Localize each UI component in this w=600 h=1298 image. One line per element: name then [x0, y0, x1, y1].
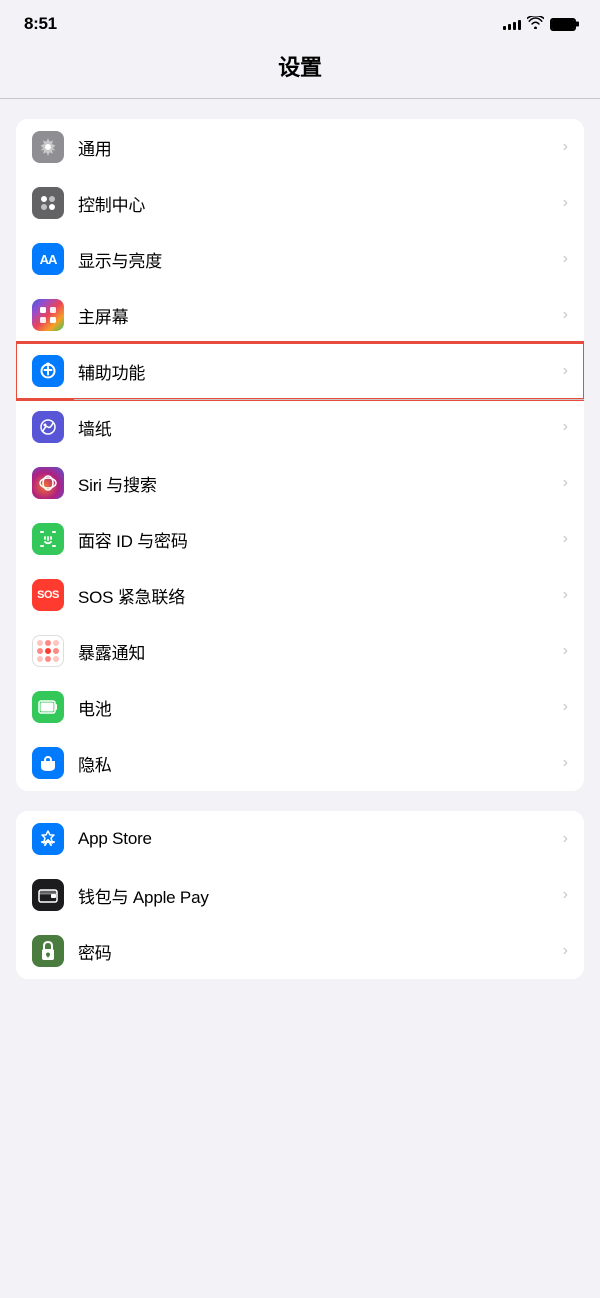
settings-item-display[interactable]: AA 显示与亮度 ›	[16, 231, 584, 287]
accessibility-chevron: ›	[563, 362, 568, 380]
sos-label: SOS 紧急联络	[78, 583, 555, 608]
settings-item-sos[interactable]: SOS SOS 紧急联络 ›	[16, 567, 584, 623]
faceid-label: 面容 ID 与密码	[78, 527, 555, 552]
siri-label: Siri 与搜索	[78, 471, 555, 496]
settings-item-faceid[interactable]: 面容 ID 与密码 ›	[16, 511, 584, 567]
wifi-icon	[527, 16, 544, 32]
appstore-chevron: ›	[563, 830, 568, 848]
settings-item-accessibility[interactable]: 辅助功能 ›	[16, 343, 584, 399]
settings-item-exposure[interactable]: 暴露通知 ›	[16, 623, 584, 679]
settings-item-control[interactable]: 控制中心 ›	[16, 175, 584, 231]
wallpaper-chevron: ›	[563, 418, 568, 436]
settings-item-privacy[interactable]: 隐私 ›	[16, 735, 584, 791]
settings-item-siri[interactable]: Siri 与搜索 ›	[16, 455, 584, 511]
faceid-chevron: ›	[563, 530, 568, 548]
wallpaper-icon	[32, 411, 64, 443]
siri-chevron: ›	[563, 474, 568, 492]
exposure-icon	[32, 635, 64, 667]
privacy-icon	[32, 747, 64, 779]
title-divider	[0, 98, 600, 99]
display-chevron: ›	[563, 250, 568, 268]
wallpaper-label: 墙纸	[78, 415, 555, 440]
battery-icon-settings	[32, 691, 64, 723]
settings-item-wallpaper[interactable]: 墙纸 ›	[16, 399, 584, 455]
appstore-icon	[32, 823, 64, 855]
page-title: 设置	[0, 50, 600, 82]
control-chevron: ›	[563, 194, 568, 212]
password-icon	[32, 935, 64, 967]
status-bar: 8:51	[0, 0, 600, 42]
battery-chevron: ›	[563, 698, 568, 716]
password-label: 密码	[78, 939, 555, 964]
settings-item-homescreen[interactable]: 主屏幕 ›	[16, 287, 584, 343]
wallet-icon	[32, 879, 64, 911]
signal-icon	[503, 18, 521, 30]
wallet-label: 钱包与 Apple Pay	[78, 883, 555, 908]
faceid-icon	[32, 523, 64, 555]
settings-item-battery[interactable]: 电池 ›	[16, 679, 584, 735]
battery-icon	[550, 18, 576, 31]
appstore-label: App Store	[78, 829, 555, 849]
general-chevron: ›	[563, 138, 568, 156]
settings-group-2: App Store › 钱包与 Apple Pay › 密码 ›	[16, 811, 584, 979]
settings-item-appstore[interactable]: App Store ›	[16, 811, 584, 867]
display-label: 显示与亮度	[78, 247, 555, 272]
privacy-chevron: ›	[563, 754, 568, 772]
status-icons	[503, 16, 576, 32]
control-icon	[32, 187, 64, 219]
exposure-label: 暴露通知	[78, 639, 555, 664]
settings-group-1: 通用 › 控制中心 › AA 显示与亮度 ›	[16, 119, 584, 791]
exposure-chevron: ›	[563, 642, 568, 660]
battery-label: 电池	[78, 695, 555, 720]
password-chevron: ›	[563, 942, 568, 960]
settings-item-password[interactable]: 密码 ›	[16, 923, 584, 979]
page-title-bar: 设置	[0, 42, 600, 98]
status-time: 8:51	[24, 14, 57, 34]
homescreen-chevron: ›	[563, 306, 568, 324]
wallet-chevron: ›	[563, 886, 568, 904]
sos-chevron: ›	[563, 586, 568, 604]
settings-item-wallet[interactable]: 钱包与 Apple Pay ›	[16, 867, 584, 923]
privacy-label: 隐私	[78, 751, 555, 776]
homescreen-label: 主屏幕	[78, 303, 555, 328]
settings-item-general[interactable]: 通用 ›	[16, 119, 584, 175]
accessibility-label: 辅助功能	[78, 359, 555, 384]
general-label: 通用	[78, 135, 555, 160]
homescreen-icon	[32, 299, 64, 331]
sos-icon: SOS	[32, 579, 64, 611]
siri-icon	[32, 467, 64, 499]
control-label: 控制中心	[78, 191, 555, 216]
display-icon: AA	[32, 243, 64, 275]
general-icon	[32, 131, 64, 163]
accessibility-icon	[32, 355, 64, 387]
